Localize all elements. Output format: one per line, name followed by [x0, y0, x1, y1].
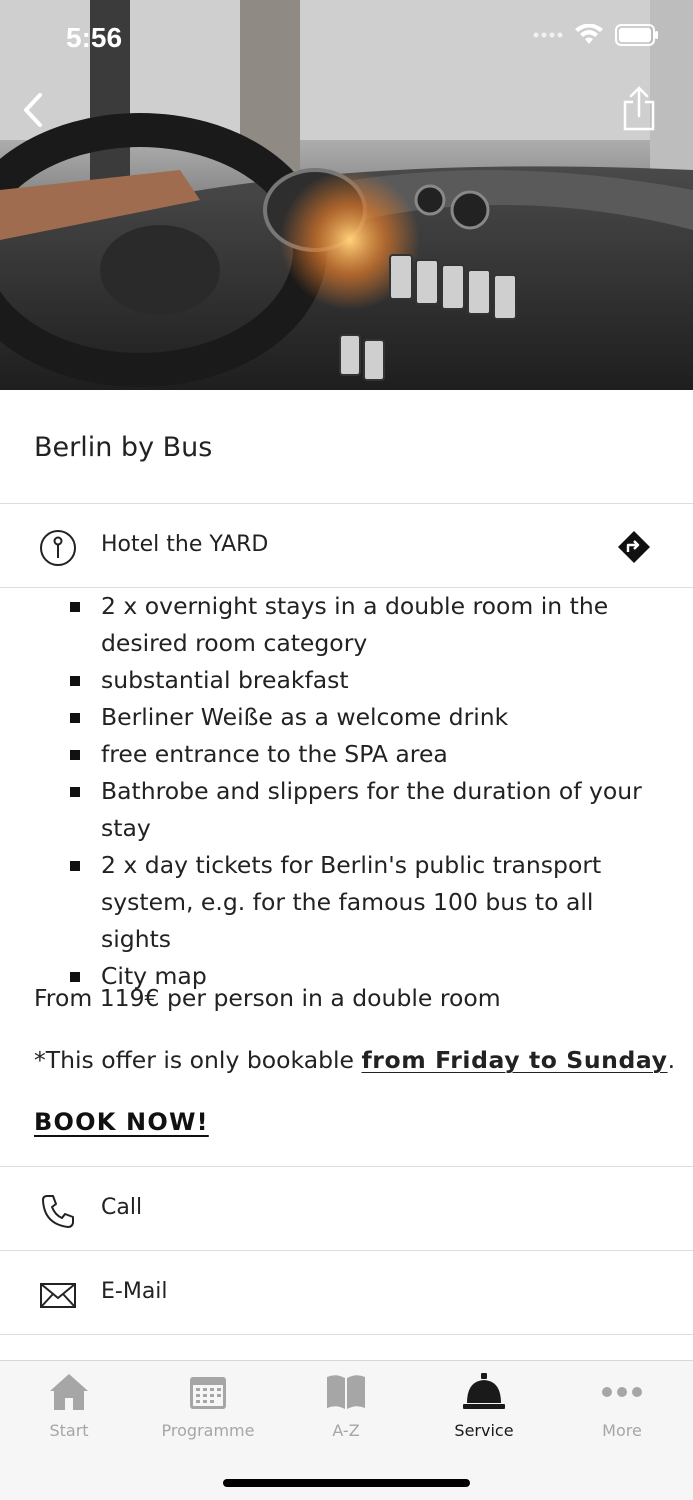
tab-label: Start [49, 1421, 89, 1440]
book-now-link[interactable]: BOOK NOW! [34, 1108, 209, 1136]
offer-days: from Friday to Sunday [361, 1046, 668, 1074]
pin-icon [40, 530, 76, 566]
feature-text: 2 x overnight stays in a double room in … [101, 592, 609, 657]
features-list: 2 x overnight stays in a double room in … [0, 588, 693, 995]
share-icon [623, 86, 655, 131]
chevron-left-icon [24, 93, 42, 127]
share-button[interactable] [621, 86, 657, 132]
feature-text: 2 x day tickets for Berlin's public tran… [101, 851, 602, 953]
offer-note: *This offer is only bookable from Friday… [34, 1046, 675, 1074]
bullet-icon [70, 676, 80, 686]
offer-prefix: *This offer is only bookable [34, 1046, 362, 1074]
bullet-icon [70, 602, 80, 612]
price-text: From 119€ per person in a double room [34, 984, 501, 1012]
feature-text: Berliner Weiße as a welcome drink [101, 703, 509, 731]
status-time: 5:56 [66, 22, 123, 53]
bullet-icon [70, 972, 80, 982]
more-icon [602, 1387, 642, 1397]
offer-suffix: . [667, 1046, 676, 1074]
bullet-icon [70, 787, 80, 797]
title-section: Berlin by Bus [0, 390, 693, 504]
feature-item: 2 x overnight stays in a double room in … [0, 588, 693, 662]
feature-item: 2 x day tickets for Berlin's public tran… [0, 847, 693, 958]
phone-icon [42, 1195, 74, 1228]
bullet-icon [70, 713, 80, 723]
back-button[interactable] [18, 90, 54, 130]
tab-programme[interactable]: Programme [139, 1371, 277, 1451]
status-icons [533, 24, 659, 46]
tab-more[interactable]: More [553, 1371, 691, 1451]
mail-icon [40, 1283, 76, 1308]
call-row[interactable]: Call [0, 1167, 693, 1251]
call-label: Call [101, 1195, 143, 1220]
home-icon [50, 1374, 88, 1410]
feature-item: Berliner Weiße as a welcome drink [0, 699, 693, 736]
feature-text: free entrance to the SPA area [101, 740, 448, 768]
tab-bar: Start Programme A-Z Service More [0, 1360, 693, 1500]
location-row[interactable]: Hotel the YARD [0, 504, 693, 588]
signal-icon [533, 32, 563, 38]
battery-icon [615, 24, 658, 46]
tab-label: A-Z [332, 1421, 360, 1440]
tab-label: Service [454, 1421, 514, 1440]
tab-a-z[interactable]: A-Z [277, 1371, 415, 1451]
bus-dashboard-illustration [0, 0, 693, 390]
wifi-icon [575, 24, 603, 44]
book-icon [327, 1375, 365, 1409]
tab-service[interactable]: Service [415, 1371, 553, 1451]
location-label: Hotel the YARD [101, 532, 269, 557]
feature-item: substantial breakfast [0, 662, 693, 699]
email-row[interactable]: E-Mail [0, 1251, 693, 1335]
tab-label: More [602, 1421, 642, 1440]
bullet-icon [70, 861, 80, 871]
bullet-icon [70, 750, 80, 760]
feature-text: substantial breakfast [101, 666, 349, 694]
tab-start[interactable]: Start [0, 1371, 138, 1451]
calendar-icon [190, 1377, 226, 1409]
feature-item: free entrance to the SPA area [0, 736, 693, 773]
tab-label: Programme [161, 1421, 255, 1440]
email-label: E-Mail [101, 1279, 168, 1304]
feature-item: Bathrobe and slippers for the duration o… [0, 773, 693, 847]
directions-button[interactable] [617, 530, 651, 564]
directions-icon [618, 531, 650, 563]
page-title: Berlin by Bus [34, 432, 213, 463]
hero-image: 5:56 [0, 0, 693, 390]
service-bell-icon [463, 1373, 505, 1409]
home-indicator [223, 1479, 470, 1487]
feature-text: Bathrobe and slippers for the duration o… [101, 777, 642, 842]
